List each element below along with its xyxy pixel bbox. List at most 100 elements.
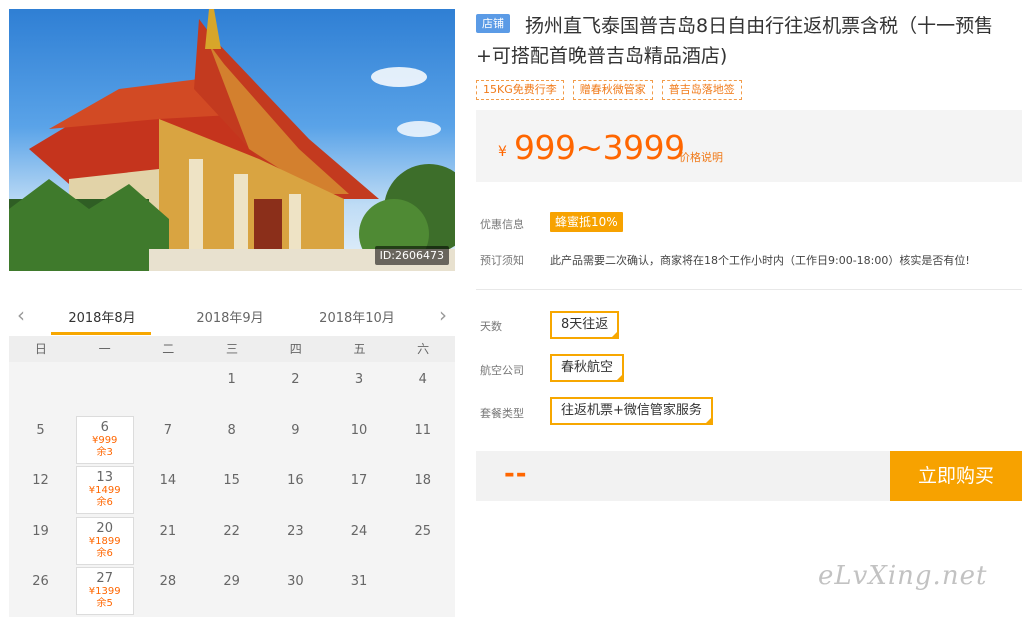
day-number: 29 <box>223 574 240 589</box>
next-month-arrow-icon[interactable]: › <box>433 304 453 328</box>
calendar-day: 8 <box>200 413 263 463</box>
day-number: 20 <box>96 520 113 536</box>
calendar-day-available[interactable]: 13 ¥1499 余6 <box>75 466 134 514</box>
calendar-day: 9 <box>264 413 327 463</box>
feature-tag: 赠春秋微管家 <box>572 80 653 100</box>
product-photo[interactable]: ID:2606473 <box>9 9 455 271</box>
calendar-day: 4 <box>391 362 454 412</box>
day-remaining: 余3 <box>96 446 113 458</box>
calendar-day: 3 <box>328 362 391 412</box>
day-number: 23 <box>287 523 304 539</box>
day-remaining: 余6 <box>96 547 113 559</box>
calendar-day: 19 <box>9 514 72 564</box>
option-days-selected[interactable]: 8天往返 <box>550 311 620 339</box>
option-label-days: 天数 <box>480 320 502 333</box>
calendar-day: 12 <box>9 463 72 513</box>
day-number: 12 <box>32 473 49 488</box>
option-airline-selected[interactable]: 春秋航空 <box>550 354 625 382</box>
day-number: 24 <box>350 523 368 539</box>
option-package-selected[interactable]: 往返机票+微信管家服务 <box>550 397 713 425</box>
day-number: 22 <box>223 523 240 539</box>
feature-tag: 普吉岛落地签 <box>661 80 742 100</box>
day-number: 19 <box>32 523 49 539</box>
calendar-day-available[interactable]: 6 ¥999 余3 <box>75 415 134 464</box>
price-range: 999~3999 <box>514 128 685 167</box>
weekday-label: 二 <box>162 342 175 356</box>
calendar-day-available[interactable]: 27 ¥1399 余5 <box>75 567 134 615</box>
calendar-day: 22 <box>200 514 263 564</box>
calendar-day: 25 <box>391 514 454 564</box>
price-note-link[interactable]: 价格说明 <box>679 149 723 165</box>
day-remaining: 余6 <box>96 497 113 508</box>
tab-month-1[interactable]: 2018年8月 <box>57 307 147 326</box>
weekday-label: 日 <box>34 342 47 356</box>
option-value: 8天往返 <box>561 317 609 332</box>
day-number: 28 <box>159 574 177 589</box>
calendar-day: 21 <box>136 514 199 564</box>
calendar-day: 24 <box>328 514 391 564</box>
calendar-day: 31 <box>328 564 391 614</box>
option-value: 春秋航空 <box>561 360 614 375</box>
day-number: 17 <box>350 473 368 488</box>
product-title: 扬州直飞泰国普吉岛8日自由行往返机票含税（十一预售+可搭配首晚普吉岛精品酒店) <box>476 15 994 67</box>
prev-month-arrow-icon[interactable]: ‹ <box>11 304 31 328</box>
day-number: 6 <box>100 419 109 435</box>
day-number: 18 <box>414 473 432 488</box>
currency-symbol: ¥ <box>498 144 507 160</box>
day-number: 15 <box>223 473 240 488</box>
calendar-day: 10 <box>328 413 391 463</box>
booking-notice: 此产品需要二次确认，商家将在18个工作小时内（工作日9:00-18:00）核实是… <box>550 254 970 267</box>
weekday-label: 一 <box>98 342 111 356</box>
calendar-month-nav: ‹ 2018年8月 2018年9月 2018年10月 › <box>9 298 455 336</box>
shop-badge[interactable]: 店铺 <box>476 14 510 33</box>
feature-tags: 15KG免费行李 赠春秋微管家 普吉岛落地签 <box>476 80 742 100</box>
weekday-label: 六 <box>417 342 430 356</box>
active-month-underline <box>51 332 151 335</box>
buy-bar: -- 立即购买 <box>476 451 1022 501</box>
calendar-day: 17 <box>328 463 391 513</box>
calendar-day: 29 <box>200 564 263 614</box>
feature-tag: 15KG免费行李 <box>476 80 564 100</box>
option-label-package: 套餐类型 <box>480 407 524 420</box>
option-value: 往返机票+微信管家服务 <box>561 403 702 418</box>
day-price: ¥1899 <box>88 535 121 547</box>
day-number: 14 <box>159 473 177 488</box>
calendar-grid: 1 2 3 4 5 6 ¥999 余3 7 8 9 10 11 12 13 ¥1499 余6 14 15 16 17 18… <box>9 362 455 617</box>
calendar-day-available[interactable]: 20 ¥1899 余6 <box>75 516 134 565</box>
day-number: 27 <box>96 571 113 586</box>
calendar-day: 26 <box>9 564 72 614</box>
section-divider <box>476 289 1022 290</box>
buy-now-button[interactable]: 立即购买 <box>890 451 1022 501</box>
day-number: 8 <box>227 422 236 438</box>
calendar-day: 18 <box>391 463 454 513</box>
price-box: ¥ 999~3999 价格说明 <box>476 110 1022 182</box>
image-id-label: ID:2606473 <box>374 246 449 265</box>
quantity-placeholder: -- <box>504 459 528 489</box>
day-number: 7 <box>163 422 173 438</box>
day-price: ¥1499 <box>88 485 121 496</box>
temple-image <box>9 9 455 271</box>
day-number: 11 <box>414 422 432 438</box>
day-number: 30 <box>287 574 304 589</box>
day-number: 2 <box>291 372 300 387</box>
day-price: ¥999 <box>91 434 118 446</box>
calendar-day: 16 <box>264 463 327 513</box>
day-remaining: 余5 <box>96 598 113 609</box>
tab-month-3[interactable]: 2018年10月 <box>312 307 402 326</box>
day-number: 31 <box>350 574 368 589</box>
calendar-day: 14 <box>136 463 199 513</box>
day-number: 5 <box>36 422 45 438</box>
day-number: 3 <box>354 372 364 387</box>
option-label-airline: 航空公司 <box>480 364 524 377</box>
calendar-weekday-header: 日 一 二 三 四 五 六 <box>9 336 455 362</box>
calendar-day: 5 <box>9 413 72 463</box>
site-watermark: eLvXing.net <box>818 561 988 591</box>
promo-label: 优惠信息 <box>480 218 524 231</box>
calendar-day: 23 <box>264 514 327 564</box>
calendar-day: 7 <box>136 413 199 463</box>
day-number: 21 <box>159 523 177 539</box>
tab-month-2[interactable]: 2018年9月 <box>185 307 275 326</box>
day-number: 10 <box>350 422 368 438</box>
day-number: 1 <box>227 372 236 387</box>
promo-badge: 蜂蜜抵10% <box>550 212 623 232</box>
